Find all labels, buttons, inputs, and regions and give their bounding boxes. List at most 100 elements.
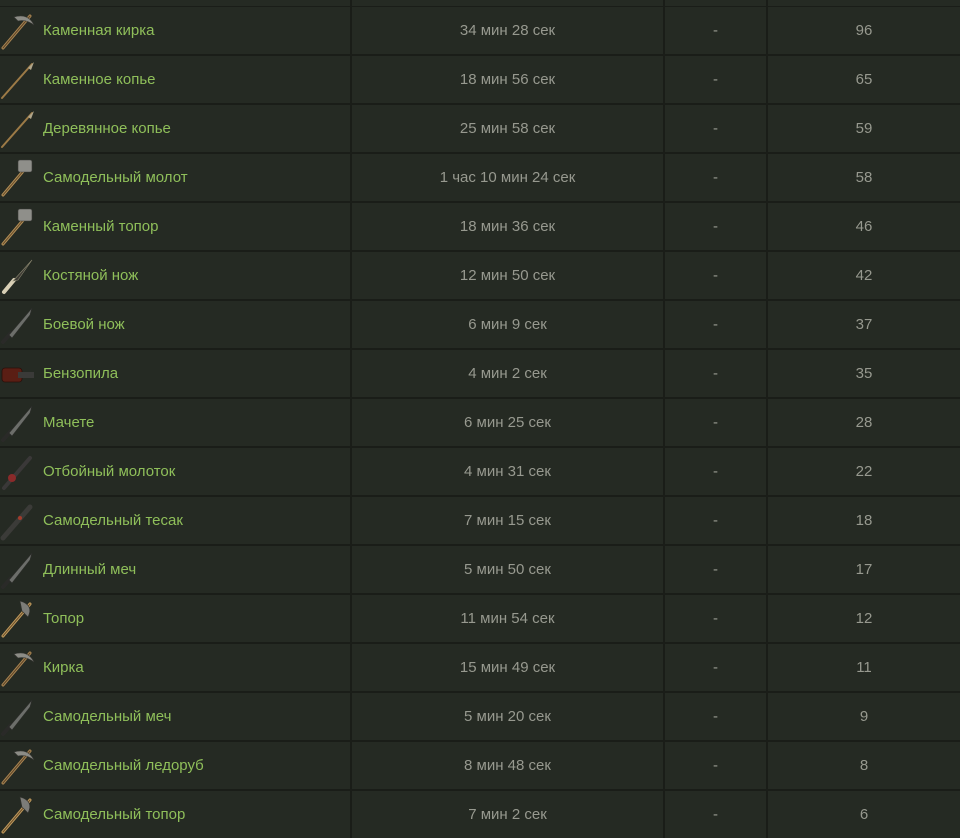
item-link[interactable]: Длинный меч xyxy=(43,546,136,593)
item-link[interactable]: Каменное копье xyxy=(43,56,156,103)
items-table: Каменная кирка 34 мин 28 сек - 96 Каменное к… xyxy=(0,0,960,838)
item-name-cell: Каменное копье xyxy=(0,56,350,103)
table-row: Каменное копье 18 мин 56 сек - 65 xyxy=(0,56,960,105)
time-cell: 34 мин 28 сек xyxy=(459,22,556,39)
item-link[interactable]: Боевой нож xyxy=(43,301,125,348)
value-cell: 28 xyxy=(855,414,873,431)
table-row: Самодельный тесак 7 мин 15 сек - 18 xyxy=(0,497,960,546)
item-name-cell: Самодельный молот xyxy=(0,154,350,201)
time-cell: 5 мин 50 сек xyxy=(464,561,551,578)
item-link[interactable]: Каменная кирка xyxy=(43,7,154,54)
empty-cell: - xyxy=(713,512,718,529)
value-cell: 22 xyxy=(855,463,873,480)
time-cell: 4 мин 2 сек xyxy=(468,365,547,382)
empty-cell: - xyxy=(713,414,718,431)
item-name-cell: Самодельный топор xyxy=(0,791,350,838)
hatchet-icon[interactable] xyxy=(0,599,36,639)
time-cell: 7 мин 2 сек xyxy=(468,806,547,823)
table-row: Самодельный меч 5 мин 20 сек - 9 xyxy=(0,693,960,742)
item-name-cell: Самодельный ледоруб xyxy=(0,742,350,789)
time-cell: 5 мин 20 сек xyxy=(464,708,551,725)
table-row: Самодельный топор 7 мин 2 сек - 6 xyxy=(0,791,960,838)
item-name-cell: Самодельный меч xyxy=(0,693,350,740)
wooden-spear-icon[interactable] xyxy=(0,109,36,149)
machete-icon[interactable] xyxy=(0,403,36,443)
time-cell: 4 мин 31 сек xyxy=(464,463,551,480)
item-link[interactable]: Самодельный топор xyxy=(43,791,185,838)
item-name-cell: Каменная кирка xyxy=(0,7,350,54)
salvaged-cleaver-icon[interactable] xyxy=(0,501,36,541)
empty-cell: - xyxy=(713,463,718,480)
item-link[interactable]: Каменный топор xyxy=(43,203,158,250)
item-name-cell: Бензопила xyxy=(0,350,350,397)
salvaged-icepick-icon[interactable] xyxy=(0,746,36,786)
pickaxe-icon[interactable] xyxy=(0,648,36,688)
chainsaw-icon[interactable] xyxy=(0,354,36,394)
item-name-cell: Отбойный молоток xyxy=(0,448,350,495)
item-name-cell: Самодельный тесак xyxy=(0,497,350,544)
salvaged-sword-icon[interactable] xyxy=(0,697,36,737)
value-cell: 46 xyxy=(855,218,873,235)
stone-spear-icon[interactable] xyxy=(0,60,36,100)
time-cell: 12 мин 50 сек xyxy=(459,267,556,284)
stone-hatchet-icon[interactable] xyxy=(0,207,36,247)
item-link[interactable]: Костяной нож xyxy=(43,252,138,299)
longsword-icon[interactable] xyxy=(0,550,36,590)
empty-cell: - xyxy=(713,610,718,627)
jackhammer-icon[interactable] xyxy=(0,452,36,492)
item-link[interactable]: Самодельный тесак xyxy=(43,497,183,544)
item-name-cell: Топор xyxy=(0,595,350,642)
item-link[interactable]: Самодельный ледоруб xyxy=(43,742,204,789)
value-cell: 11 xyxy=(856,659,872,676)
item-link[interactable]: Отбойный молоток xyxy=(43,448,175,495)
empty-cell: - xyxy=(713,806,718,823)
salvaged-axe-icon[interactable] xyxy=(0,795,36,835)
time-cell: 18 мин 36 сек xyxy=(459,218,556,235)
item-link[interactable]: Самодельный меч xyxy=(43,693,171,740)
table-row: Кирка 15 мин 49 сек - 11 xyxy=(0,644,960,693)
value-cell: 12 xyxy=(855,610,873,627)
time-cell: 6 мин 25 сек xyxy=(464,414,551,431)
item-name-cell: Кирка xyxy=(0,644,350,691)
table-row: Каменный топор 18 мин 36 сек - 46 xyxy=(0,203,960,252)
item-link[interactable]: Топор xyxy=(43,595,84,642)
item-name-cell: Деревянное копье xyxy=(0,105,350,152)
time-cell: 18 мин 56 сек xyxy=(459,71,556,88)
time-cell: 7 мин 15 сек xyxy=(464,512,551,529)
table-row: Каменная кирка 34 мин 28 сек - 96 xyxy=(0,7,960,56)
stone-pickaxe-icon[interactable] xyxy=(0,11,36,51)
table-top-edge xyxy=(0,0,960,7)
time-cell: 15 мин 49 сек xyxy=(459,659,556,676)
item-name-cell: Мачете xyxy=(0,399,350,446)
value-cell: 6 xyxy=(859,806,869,823)
value-cell: 65 xyxy=(855,71,873,88)
item-link[interactable]: Самодельный молот xyxy=(43,154,188,201)
bone-knife-icon[interactable] xyxy=(0,256,36,296)
item-link[interactable]: Кирка xyxy=(43,644,84,691)
item-link[interactable]: Деревянное копье xyxy=(43,105,171,152)
value-cell: 17 xyxy=(855,561,873,578)
empty-cell: - xyxy=(713,365,718,382)
empty-cell: - xyxy=(713,316,718,333)
table-row: Самодельный молот 1 час 10 мин 24 сек - 58 xyxy=(0,154,960,203)
item-link[interactable]: Бензопила xyxy=(43,350,118,397)
salvaged-hammer-icon[interactable] xyxy=(0,158,36,198)
empty-cell: - xyxy=(713,169,718,186)
empty-cell: - xyxy=(713,708,718,725)
time-cell: 25 мин 58 сек xyxy=(459,120,556,137)
item-name-cell: Каменный топор xyxy=(0,203,350,250)
empty-cell: - xyxy=(713,267,718,284)
table-row: Костяной нож 12 мин 50 сек - 42 xyxy=(0,252,960,301)
table-row: Бензопила 4 мин 2 сек - 35 xyxy=(0,350,960,399)
table-row: Самодельный ледоруб 8 мин 48 сек - 8 xyxy=(0,742,960,791)
value-cell: 58 xyxy=(855,169,873,186)
value-cell: 59 xyxy=(855,120,873,137)
table-row: Длинный меч 5 мин 50 сек - 17 xyxy=(0,546,960,595)
value-cell: 96 xyxy=(855,22,873,39)
combat-knife-icon[interactable] xyxy=(0,305,36,345)
item-name-cell: Костяной нож xyxy=(0,252,350,299)
value-cell: 37 xyxy=(855,316,873,333)
table-row: Топор 11 мин 54 сек - 12 xyxy=(0,595,960,644)
empty-cell: - xyxy=(713,218,718,235)
item-link[interactable]: Мачете xyxy=(43,399,94,446)
